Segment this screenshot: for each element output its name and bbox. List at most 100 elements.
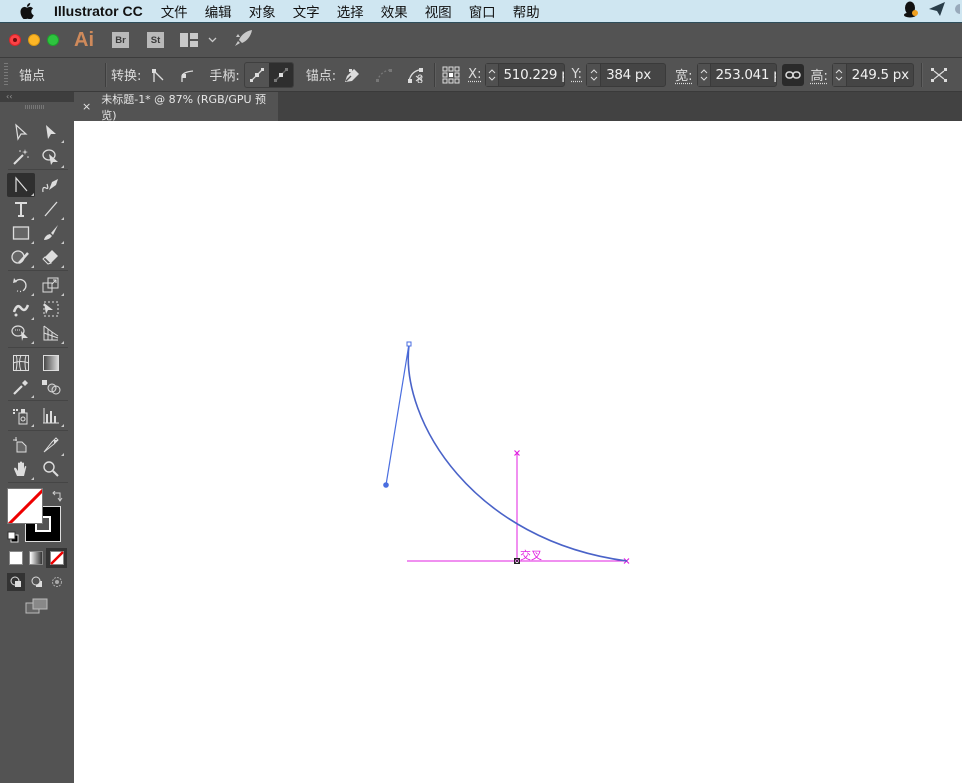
- symbol-sprayer-icon: [13, 409, 28, 425]
- gradient-tool[interactable]: [37, 351, 65, 375]
- remove-anchor-icon[interactable]: [340, 63, 364, 87]
- menu-help[interactable]: 帮助: [513, 1, 540, 21]
- width-stepper-icon[interactable]: [698, 63, 711, 86]
- show-handles-icon[interactable]: [245, 63, 269, 87]
- default-fill-stroke-icon[interactable]: [7, 528, 19, 547]
- layout-icon: [180, 33, 198, 47]
- smart-guide-label: 交叉: [520, 549, 542, 562]
- none-slash-icon: [8, 489, 42, 523]
- zoom-tool[interactable]: [37, 457, 65, 481]
- x-stepper-icon[interactable]: [486, 63, 499, 86]
- hand-tool[interactable]: [7, 457, 35, 481]
- artboard-canvas[interactable]: 交叉: [74, 121, 962, 783]
- workspace-switcher[interactable]: [180, 33, 217, 47]
- document-tab-strip: × 未标题-1* @ 87% (RGB/GPU 预览): [74, 92, 962, 122]
- transform-icon[interactable]: [927, 63, 951, 87]
- anchor-point-top[interactable]: [406, 341, 412, 347]
- document-tab[interactable]: × 未标题-1* @ 87% (RGB/GPU 预览): [74, 92, 278, 122]
- tools-panel-grip[interactable]: [25, 105, 45, 109]
- bridge-button[interactable]: Br: [112, 32, 129, 48]
- none-mode-button[interactable]: [46, 548, 67, 568]
- y-stepper-icon[interactable]: [587, 63, 602, 86]
- menu-edit[interactable]: 编辑: [205, 1, 232, 21]
- control-bar-grip[interactable]: [4, 62, 8, 87]
- menu-file[interactable]: 文件: [161, 1, 188, 21]
- direct-selection-tool[interactable]: [37, 120, 65, 144]
- menu-type[interactable]: 文字: [293, 1, 320, 21]
- free-transform-tool[interactable]: [37, 297, 65, 321]
- shaper-tool[interactable]: [7, 245, 35, 269]
- tools-panel-collapse-button[interactable]: ‹‹: [0, 92, 74, 102]
- warp-tool[interactable]: [7, 297, 35, 321]
- menu-object[interactable]: 对象: [249, 1, 276, 21]
- width-field[interactable]: 253.041 p: [697, 62, 778, 87]
- line-segment-tool[interactable]: [37, 197, 65, 221]
- mesh-tool[interactable]: [7, 351, 35, 375]
- swap-fill-stroke-icon[interactable]: [51, 488, 63, 507]
- rotate-icon: [13, 278, 27, 293]
- eyedropper-tool[interactable]: [7, 375, 35, 399]
- chevron-down-icon: [208, 37, 217, 43]
- x-value[interactable]: 510.229 p: [499, 67, 565, 83]
- gradient-mode-button[interactable]: [29, 551, 43, 565]
- draw-behind-button[interactable]: [28, 573, 46, 591]
- width-value[interactable]: 253.041 p: [711, 67, 777, 83]
- menu-view[interactable]: 视图: [425, 1, 452, 21]
- type-tool[interactable]: [7, 197, 35, 221]
- close-window-button[interactable]: [9, 34, 21, 46]
- status-icon-partial[interactable]: [954, 1, 962, 21]
- scale-tool[interactable]: [37, 273, 65, 297]
- artboard-tool[interactable]: [7, 433, 35, 457]
- rocket-icon[interactable]: [234, 29, 254, 51]
- direction-handle-point[interactable]: [383, 482, 389, 488]
- direct-selection-arrow-icon: [46, 125, 56, 139]
- perspective-grid-tool[interactable]: [37, 321, 65, 345]
- lasso-tool[interactable]: [37, 145, 65, 169]
- send-icon[interactable]: [928, 1, 946, 21]
- screen-mode-button[interactable]: [25, 598, 49, 618]
- pen-tool[interactable]: [37, 173, 65, 197]
- y-value[interactable]: 384 px: [601, 67, 656, 83]
- stock-button[interactable]: St: [147, 32, 164, 48]
- close-tab-icon[interactable]: ×: [82, 100, 91, 113]
- fill-swatch[interactable]: [7, 488, 43, 524]
- height-value[interactable]: 249.5 px: [847, 67, 913, 83]
- current-tool-label: 锚点: [19, 69, 46, 84]
- app-menu[interactable]: Illustrator CC: [54, 3, 143, 19]
- minimize-window-button[interactable]: [28, 34, 40, 46]
- connect-endpoints-icon[interactable]: [372, 63, 396, 87]
- zoom-window-button[interactable]: [47, 34, 59, 46]
- anchor-point-tool[interactable]: [7, 173, 35, 197]
- convert-to-smooth-icon[interactable]: [175, 63, 199, 87]
- shape-builder-tool[interactable]: [7, 321, 35, 345]
- convert-to-corner-icon[interactable]: [145, 63, 169, 87]
- hide-handles-icon[interactable]: [268, 62, 293, 87]
- eraser-tool[interactable]: [37, 245, 65, 269]
- draw-inside-button[interactable]: [48, 573, 66, 591]
- document-tab-title: 未标题-1* @ 87% (RGB/GPU 预览): [101, 92, 267, 122]
- rectangle-tool[interactable]: [7, 221, 35, 245]
- rotate-tool[interactable]: [7, 273, 35, 297]
- y-field[interactable]: 384 px: [586, 62, 667, 87]
- draw-normal-button[interactable]: [7, 573, 25, 591]
- menu-window[interactable]: 窗口: [469, 1, 496, 21]
- selection-tool[interactable]: [7, 120, 35, 144]
- blend-tool[interactable]: [37, 375, 65, 399]
- color-mode-button[interactable]: [9, 551, 23, 565]
- menu-effect[interactable]: 效果: [381, 1, 408, 21]
- symbol-sprayer-tool[interactable]: [7, 404, 35, 428]
- artboard-icon: [13, 437, 27, 453]
- slice-tool[interactable]: [37, 433, 65, 457]
- paintbrush-tool[interactable]: [37, 221, 65, 245]
- menu-select[interactable]: 选择: [337, 1, 364, 21]
- x-field[interactable]: 510.229 p: [485, 62, 566, 87]
- constrain-proportions-icon[interactable]: [782, 63, 805, 86]
- cut-path-at-anchor-icon[interactable]: [404, 63, 428, 87]
- height-field[interactable]: 249.5 px: [831, 62, 914, 87]
- magic-wand-tool[interactable]: [7, 145, 35, 169]
- column-graph-tool[interactable]: [37, 404, 65, 428]
- reference-point-icon[interactable]: [439, 63, 463, 87]
- qq-icon[interactable]: [902, 0, 920, 22]
- height-stepper-icon[interactable]: [832, 63, 847, 86]
- apple-menu-icon[interactable]: [20, 3, 38, 19]
